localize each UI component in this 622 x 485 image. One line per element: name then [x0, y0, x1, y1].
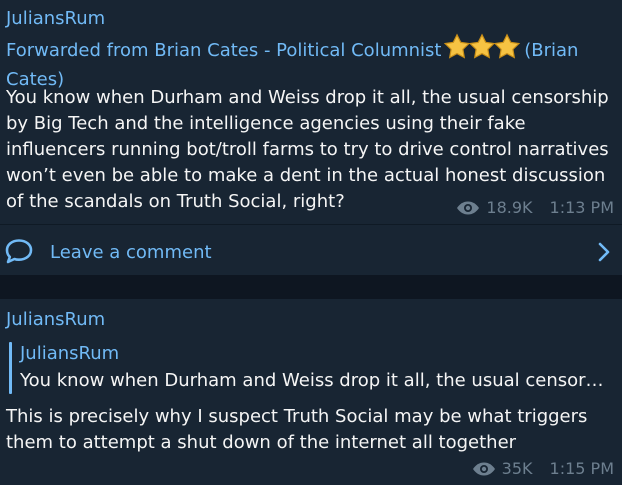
- star-icon: [469, 33, 496, 59]
- reply-post-text: This is precisely why I suspect Truth So…: [6, 406, 588, 453]
- reply-post-author[interactable]: JuliansRum: [6, 309, 105, 331]
- channel-post: JuliansRum Forwarded from Brian Cates - …: [0, 0, 622, 275]
- channel-feed: JuliansRum Forwarded from Brian Cates - …: [0, 0, 622, 485]
- reply-quote[interactable]: JuliansRum You know when Durham and Weis…: [9, 340, 615, 394]
- chevron-right-icon: [598, 242, 610, 262]
- eye-icon: [457, 201, 480, 215]
- reply-post-meta: 35K 1:15 PM: [472, 459, 614, 479]
- star-icon: [494, 33, 521, 59]
- reply-quote-text: You know when Durham and Weiss drop it a…: [20, 370, 604, 391]
- comment-bubble-icon: [5, 239, 33, 264]
- eye-icon: [472, 462, 495, 476]
- post-text: You know when Durham and Weiss drop it a…: [6, 87, 609, 212]
- post-author[interactable]: JuliansRum: [6, 8, 105, 30]
- post-meta: 18.9K 1:13 PM: [456, 198, 614, 218]
- star-icon: [444, 33, 471, 59]
- reply-quote-author: JuliansRum: [20, 343, 120, 364]
- view-count: 18.9K: [486, 198, 533, 217]
- post-time: 1:13 PM: [549, 198, 614, 217]
- leave-comment-button[interactable]: Leave a comment: [0, 225, 622, 275]
- leave-comment-label: Leave a comment: [50, 242, 212, 263]
- post-time: 1:15 PM: [549, 459, 614, 478]
- reply-post: JuliansRum JuliansRum You know when Durh…: [0, 299, 622, 485]
- view-count: 35K: [501, 459, 533, 478]
- stars-group: [443, 33, 521, 67]
- forwarded-source[interactable]: Forwarded from Brian Cates - Political C…: [6, 40, 441, 61]
- forwarded-from-line[interactable]: Forwarded from Brian Cates - Political C…: [6, 33, 616, 93]
- reply-quote-bar: [9, 342, 12, 394]
